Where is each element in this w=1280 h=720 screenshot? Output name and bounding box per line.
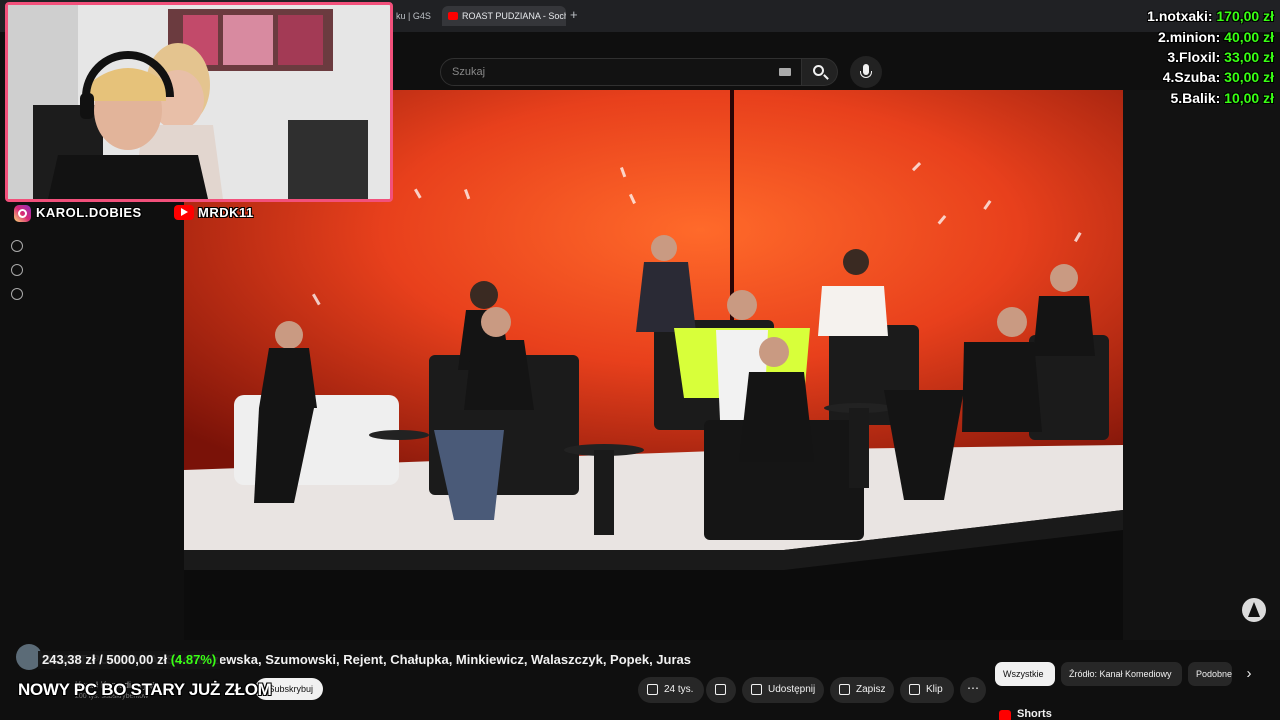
donor-name: 2.minion: bbox=[1158, 29, 1221, 45]
scissors-icon bbox=[909, 684, 920, 695]
youtube-favicon-icon bbox=[448, 12, 458, 20]
stream-banner-text: NOWY PC BO STARY JUŻ ZŁOM bbox=[18, 680, 272, 699]
thumbs-down-icon bbox=[715, 684, 726, 695]
goal-current: 243,38 zł bbox=[42, 652, 96, 667]
shorts-icon bbox=[999, 710, 1011, 720]
chip-all[interactable]: Wszystkie bbox=[995, 662, 1055, 686]
leaderboard-entry: 1.notxaki: 170,00 zł bbox=[1147, 6, 1274, 26]
chip-source[interactable]: Źródło: Kanał Komediowy bbox=[1061, 662, 1182, 686]
goal-percent: (4.87%) bbox=[170, 652, 217, 667]
screen: ku | G4S ROAST PUDZIANA - Socha + Szukaj bbox=[0, 0, 1280, 720]
bookmark-icon bbox=[839, 684, 850, 695]
leaderboard-entry: 4.Szuba: 30,00 zł bbox=[1163, 67, 1274, 87]
donation-amount: 33,00 zł bbox=[1224, 49, 1274, 65]
goal-target: 5000,00 zł bbox=[106, 652, 168, 667]
microphone-icon bbox=[860, 64, 872, 78]
donation-goal: 243,38 zł / 5000,00 zł (4.87%) bbox=[38, 651, 221, 669]
shorts-label[interactable]: Shorts bbox=[1017, 708, 1052, 720]
share-icon bbox=[751, 684, 762, 695]
settings-icon[interactable] bbox=[11, 288, 23, 300]
donation-leaderboard: 1.notxaki: 170,00 zł 2.minion: 40,00 zł … bbox=[1100, 6, 1278, 110]
save-label: Zapisz bbox=[856, 684, 886, 695]
clip-button[interactable]: Klip bbox=[900, 677, 954, 703]
donor-name: 5.Balik: bbox=[1170, 90, 1221, 106]
search-button[interactable] bbox=[802, 58, 838, 86]
history-icon[interactable] bbox=[11, 240, 23, 252]
search-icon bbox=[813, 65, 824, 76]
tab-label: ROAST PUDZIANA - Socha bbox=[462, 11, 566, 21]
like-count: 24 tys. bbox=[664, 684, 694, 695]
donation-amount: 10,00 zł bbox=[1224, 90, 1274, 106]
tab-label: ku | G4S bbox=[396, 11, 431, 21]
chip-related[interactable]: Podobne bbox=[1188, 662, 1232, 686]
clips-icon[interactable] bbox=[11, 264, 23, 276]
clip-label: Klip bbox=[926, 684, 943, 695]
more-actions-button[interactable]: ⋯ bbox=[960, 677, 986, 703]
donation-amount: 30,00 zł bbox=[1224, 69, 1274, 85]
instagram-icon bbox=[14, 205, 31, 222]
search-input[interactable]: Szukaj bbox=[440, 58, 802, 86]
share-label: Udostępnij bbox=[768, 684, 816, 695]
new-tab-button[interactable]: + bbox=[570, 7, 578, 22]
leaderboard-entry: 5.Balik: 10,00 zł bbox=[1170, 88, 1274, 108]
donor-name: 4.Szuba: bbox=[1162, 69, 1221, 85]
search-placeholder: Szukaj bbox=[452, 66, 486, 78]
leaderboard-entry: 3.Floxil: 33,00 zł bbox=[1167, 47, 1274, 67]
goal-separator: / bbox=[95, 652, 107, 667]
share-button[interactable]: Udostępnij bbox=[742, 677, 824, 703]
browser-tab[interactable]: ku | G4S bbox=[396, 6, 434, 26]
donation-amount: 40,00 zł bbox=[1224, 29, 1274, 45]
like-button[interactable]: 24 tys. bbox=[638, 677, 704, 703]
video-side-panel bbox=[1123, 90, 1280, 640]
thumbs-up-icon bbox=[647, 684, 658, 695]
donor-name: 1.notxaki: bbox=[1147, 8, 1213, 24]
leaderboard-entry: 2.minion: 40,00 zł bbox=[1158, 27, 1274, 47]
chips-next-button[interactable]: › bbox=[1238, 662, 1260, 686]
webcam-feed bbox=[8, 5, 390, 199]
dislike-button[interactable] bbox=[706, 677, 736, 703]
keyboard-icon[interactable] bbox=[779, 68, 791, 76]
youtube-handle: MRDK11 bbox=[198, 205, 254, 220]
donor-name: 3.Floxil: bbox=[1167, 49, 1221, 65]
voice-search-button[interactable] bbox=[850, 56, 882, 88]
save-button[interactable]: Zapisz bbox=[830, 677, 894, 703]
donation-amount: 170,00 zł bbox=[1216, 8, 1274, 24]
streamer-webcam bbox=[5, 2, 393, 202]
instagram-handle: KAROL.DOBIES bbox=[36, 205, 142, 220]
browser-tab-active[interactable]: ROAST PUDZIANA - Socha bbox=[442, 6, 566, 26]
streamer-logo-icon bbox=[1242, 598, 1266, 622]
youtube-icon bbox=[174, 205, 194, 220]
